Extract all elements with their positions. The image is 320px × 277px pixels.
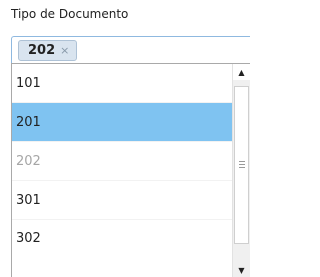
tag-input[interactable]: 202 × [11,36,250,63]
scroll-down-icon[interactable]: ▼ [233,262,250,277]
option-302[interactable]: 302 [12,220,232,249]
option-202: 202 [12,142,232,181]
option-label: 302 [16,231,41,246]
option-301[interactable]: 301 [12,181,232,220]
tag-chip-label: 202 [28,43,56,58]
option-101[interactable]: 101 [12,64,232,103]
grip-icon [238,160,245,170]
field-label: Tipo de Documento [11,7,129,21]
tag-chip: 202 × [18,40,78,61]
dropdown-list: 101 201 202 301 302 ▲ ▼ [11,63,250,277]
option-label: 101 [16,75,41,91]
option-label: 202 [16,153,41,169]
scrollbar[interactable]: ▲ ▼ [232,64,250,277]
scrollbar-thumb[interactable] [234,86,249,244]
option-201[interactable]: 201 [12,103,232,142]
option-label: 301 [16,192,41,208]
options-list: 101 201 202 301 302 [12,64,232,249]
scroll-up-icon[interactable]: ▲ [233,64,250,80]
option-label: 201 [16,114,41,130]
remove-tag-icon[interactable]: × [60,45,69,56]
